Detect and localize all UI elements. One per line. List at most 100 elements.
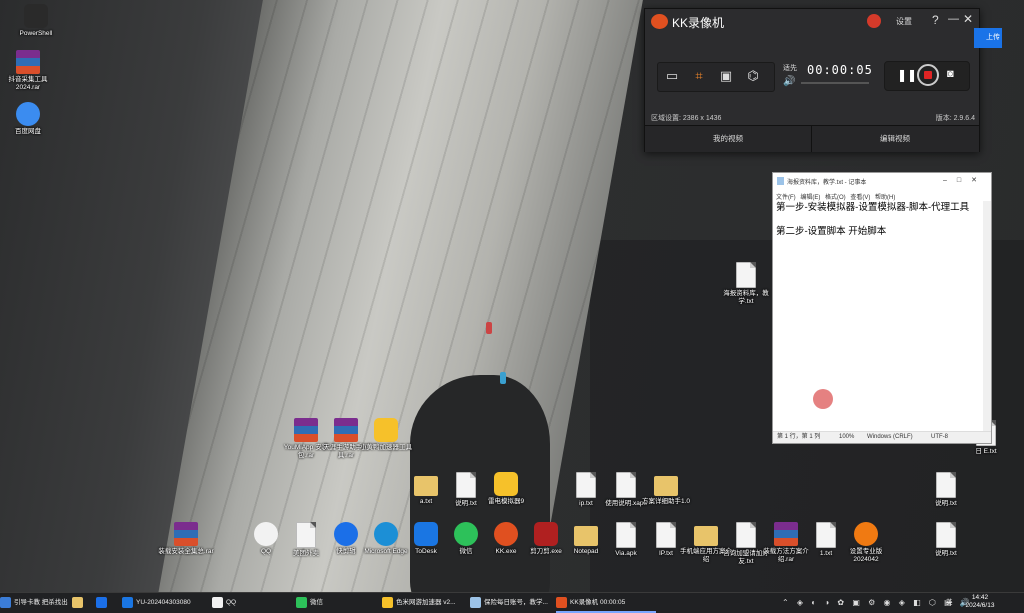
desktop-icon[interactable]: 装载安装全集总.rar bbox=[158, 522, 214, 556]
taskbar-app-icon bbox=[382, 596, 393, 608]
kk-titlebar[interactable]: KK录像机 设置 ? — ✕ bbox=[645, 9, 979, 35]
notepad-menubar[interactable]: 文件(F) 编辑(E) 格式(O) 查看(V) 帮助(H) bbox=[776, 192, 895, 201]
taskbar-item[interactable]: 微信 bbox=[296, 593, 378, 613]
tab-my-videos[interactable]: 我的视频 bbox=[645, 126, 812, 152]
taskbar-item[interactable]: KK录像机 00:00:05 bbox=[556, 593, 656, 613]
taskbar-item-label: YU-202404303080 bbox=[136, 599, 191, 606]
clock-time: 14:42 bbox=[971, 594, 989, 601]
desktop-icon-label: 小黄鸭加速器工具 bbox=[360, 444, 412, 451]
taskbar-app-icon bbox=[122, 596, 133, 608]
desktop-icon-label: 快剪辑 bbox=[336, 548, 356, 555]
desktop-icon[interactable]: 说明.txt bbox=[918, 472, 974, 508]
file-icon bbox=[816, 522, 836, 548]
notepad-window[interactable]: 海报资料库，教学.txt - 记事本 –□✕ 文件(F) 编辑(E) 格式(O)… bbox=[772, 172, 992, 444]
app-icon bbox=[854, 522, 878, 546]
desktop-icon-label: 说明.txt bbox=[935, 550, 957, 557]
taskbar-item[interactable] bbox=[72, 593, 92, 613]
audio-source-label[interactable]: 适先 bbox=[783, 63, 797, 73]
minimize-button[interactable]: — bbox=[948, 13, 959, 25]
desktop-icon-label: 百度网盘 bbox=[15, 128, 41, 135]
clock-date: 2024/6/13 bbox=[965, 602, 995, 609]
taskbar-app-icon bbox=[470, 596, 481, 608]
user-avatar[interactable] bbox=[867, 14, 881, 28]
desktop-icon-label: 美团外卖 bbox=[293, 550, 319, 557]
archive-icon bbox=[174, 522, 198, 546]
desktop-icon-label: 抖音采集工具 2024.rar bbox=[8, 76, 48, 91]
close-button[interactable]: ✕ bbox=[963, 12, 973, 26]
desktop-icon[interactable]: 海报资料库，教学.txt bbox=[718, 262, 774, 306]
taskbar-app-icon bbox=[296, 596, 307, 608]
status-position: 第 1 行，第 1 列 bbox=[777, 434, 821, 440]
desktop-icon[interactable]: 百度网盘 bbox=[0, 102, 56, 136]
archive-icon bbox=[16, 50, 40, 74]
desktop-icon-label: PowerShell bbox=[19, 30, 53, 37]
status-encoding: UTF-8 bbox=[931, 434, 948, 440]
desktop-icon-label: 装载安装全集总.rar bbox=[158, 548, 214, 555]
screenshot-camera-icon[interactable]: ◙ bbox=[947, 68, 954, 80]
desktop-icon-label: 方案详细助手1.0 bbox=[641, 498, 691, 505]
desktop-icon[interactable]: 雷电模拟器9 bbox=[478, 472, 534, 506]
taskbar-app-icon bbox=[0, 596, 11, 608]
desktop-icon[interactable]: 说明.txt bbox=[918, 522, 974, 558]
file-icon bbox=[296, 522, 316, 548]
pause-icon[interactable]: ❚❚ bbox=[897, 68, 917, 82]
app-icon bbox=[374, 418, 398, 442]
help-button[interactable]: ? bbox=[932, 13, 939, 27]
taskbar-item[interactable]: 保险每日账号，教学... bbox=[470, 593, 552, 613]
game-mode-icon[interactable]: ⌬ bbox=[745, 69, 761, 83]
version-label: 版本: 2.9.6.4 bbox=[935, 115, 975, 122]
desktop-icon[interactable]: 方案详细助手1.0 bbox=[638, 472, 694, 506]
taskbar-item-label: 保险每日账号，教学... bbox=[484, 599, 548, 606]
stop-record-button[interactable] bbox=[917, 64, 939, 86]
recording-timer: 00:00:05 bbox=[807, 63, 873, 77]
taskbar-item[interactable]: YU-202404303080 bbox=[122, 593, 208, 613]
desktop-icon-label: QQ bbox=[260, 548, 272, 555]
folder-icon bbox=[574, 526, 598, 546]
taskbar-item[interactable]: 色米网游加速器 v2... bbox=[382, 593, 482, 613]
file-icon bbox=[616, 522, 636, 548]
notepad-text-area[interactable]: 第一步-安装模拟器-设置模拟器-脚本-代理工具 第二步-设置脚本 开始脚本 bbox=[776, 202, 978, 238]
app-icon bbox=[454, 522, 478, 546]
notepad-scrollbar[interactable] bbox=[983, 201, 991, 431]
desktop-icon-label: 雷电模拟器9 bbox=[487, 498, 525, 505]
folder-icon bbox=[414, 476, 438, 496]
taskbar-item[interactable]: 引导卡教 把杀找出.. bbox=[0, 593, 68, 613]
app-icon bbox=[374, 522, 398, 546]
folder-icon bbox=[654, 476, 678, 496]
system-tray-icons[interactable]: ⌃ ◈ ◐ ◑ ✿ ▣ ⚙ ◉ ◈ ◧ ⬡ ▤ 🔊 bbox=[782, 598, 973, 607]
upload-button[interactable]: 上传 bbox=[974, 28, 1002, 48]
system-clock[interactable]: 14:42 2024/6/13 bbox=[960, 594, 1000, 610]
speaker-icon[interactable]: 🔊 bbox=[783, 76, 795, 87]
file-icon bbox=[936, 522, 956, 548]
record-mode-group: ▭ ⌗ ▣ ⌬ bbox=[657, 62, 775, 92]
tab-edit-video[interactable]: 编辑视频 bbox=[812, 126, 978, 152]
desktop-icon-label: a.txt bbox=[419, 498, 433, 505]
desktop-icon-label: 海报资料库，教学.txt bbox=[723, 290, 769, 305]
desktop-icon-label: 说明.txt bbox=[935, 500, 957, 507]
volume-slider[interactable] bbox=[801, 82, 869, 84]
notepad-title: 海报资料库，教学.txt - 记事本 bbox=[787, 180, 867, 186]
app-icon bbox=[494, 472, 518, 496]
settings-button[interactable]: 设置 bbox=[896, 16, 912, 27]
desktop-icon-label: 日 E.txt bbox=[975, 448, 997, 455]
mouse-click-indicator bbox=[813, 389, 833, 409]
ime-indicator[interactable]: 英 bbox=[946, 593, 953, 613]
taskbar: 引导卡教 把杀找出.. YU-202404303080 QQ 微信 色米网游加速器 v2… bbox=[0, 592, 1024, 613]
desktop-icon[interactable]: 小黄鸭加速器工具 bbox=[358, 418, 414, 452]
wallpaper-climber bbox=[486, 322, 492, 334]
window-mode-icon[interactable]: ▣ bbox=[718, 69, 734, 83]
desktop-icon-label: ip.txt bbox=[579, 500, 593, 507]
desktop-icon[interactable]: 抖音采集工具 2024.rar bbox=[0, 50, 56, 92]
desktop-icon[interactable]: 设置专业版 2024042 bbox=[838, 522, 894, 564]
desktop-icon[interactable]: PowerShell bbox=[8, 4, 64, 38]
region-mode-icon[interactable]: ⌗ bbox=[691, 69, 707, 83]
app-icon bbox=[334, 522, 358, 546]
app-icon bbox=[414, 522, 438, 546]
fullscreen-mode-icon[interactable]: ▭ bbox=[664, 69, 680, 83]
taskbar-item[interactable]: QQ bbox=[212, 593, 292, 613]
taskbar-item[interactable] bbox=[96, 593, 116, 613]
status-zoom: 100% bbox=[839, 434, 855, 440]
taskbar-item-label: 色米网游加速器 v2... bbox=[396, 599, 456, 606]
kk-recorder-window[interactable]: KK录像机 设置 ? — ✕ ▭ ⌗ ▣ ⌬ 适先 🔊 00:00:05 ❚❚ … bbox=[644, 8, 980, 152]
notepad-window-controls[interactable]: –□✕ bbox=[943, 176, 987, 184]
